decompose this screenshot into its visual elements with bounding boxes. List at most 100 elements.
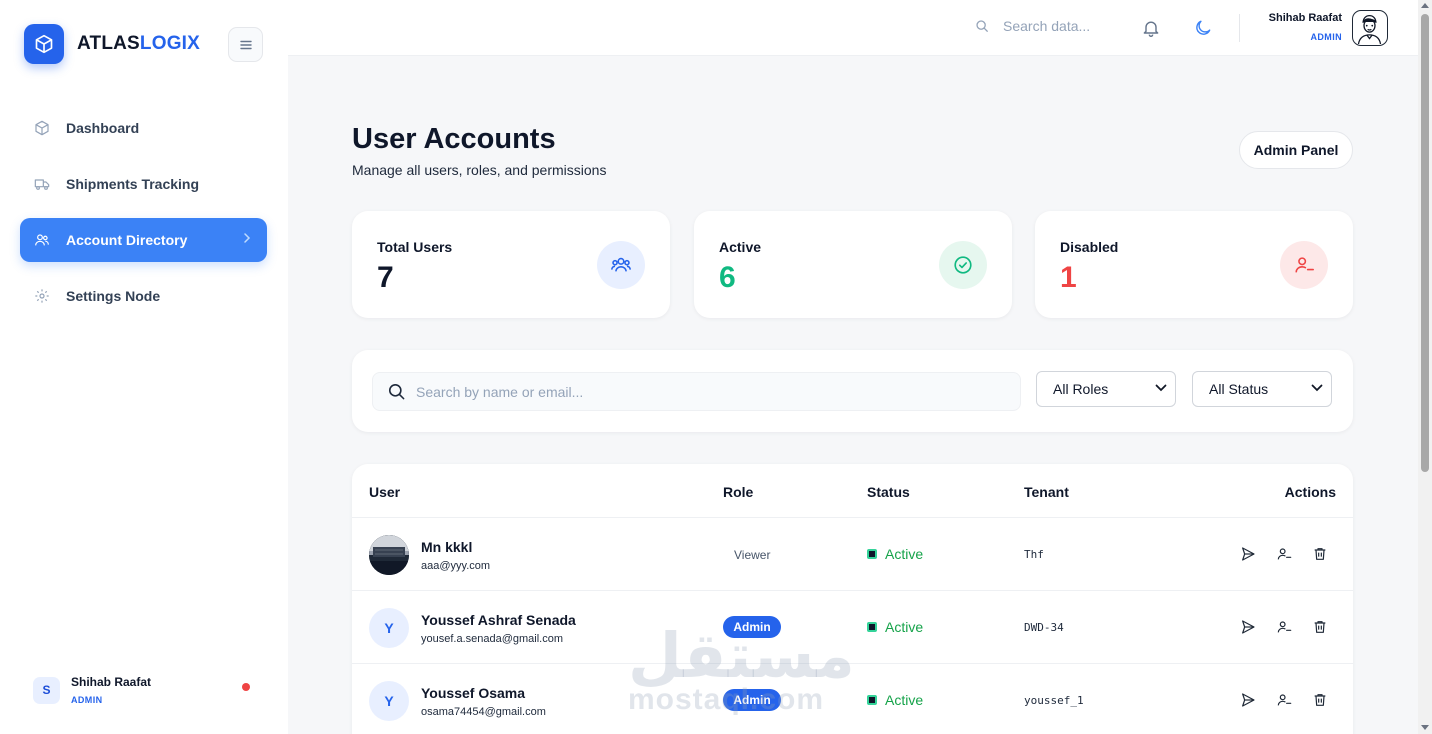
stat-card-disabled: Disabled 1 [1035, 211, 1353, 318]
sidebar-item-shipments[interactable]: Shipments Tracking [20, 162, 267, 206]
hamburger-icon [239, 40, 252, 49]
menu-toggle-button[interactable] [228, 27, 263, 62]
user-minus-icon[interactable] [1274, 690, 1294, 710]
status-dot [867, 549, 877, 559]
brand-name-part2: LOGIX [139, 33, 201, 54]
status-dot [867, 622, 877, 632]
table-row[interactable]: Mn kkkl aaa@yyy.com Viewer Active Thf [352, 518, 1353, 591]
send-icon[interactable] [1238, 544, 1258, 564]
user-search-input[interactable] [416, 383, 996, 400]
filter-card: All Roles All Status [352, 350, 1353, 432]
user-name: Mn kkkl [421, 539, 473, 555]
stat-value: 6 [719, 261, 736, 294]
brand[interactable]: ATLASLOGIX [24, 24, 200, 64]
sidebar-item-label: Account Directory [66, 232, 188, 248]
stat-value: 1 [1060, 261, 1077, 294]
sidebar-item-label: Settings Node [66, 288, 161, 304]
status-label: Active [885, 619, 924, 635]
trash-icon[interactable] [1310, 690, 1330, 710]
status-dot [867, 695, 877, 705]
sidebar: ATLASLOGIX Dashboard Shipments Tracking … [0, 0, 288, 734]
brand-name: ATLASLOGIX [77, 33, 200, 55]
stat-label: Disabled [1060, 239, 1119, 255]
chevron-down-icon [1155, 384, 1167, 392]
send-icon[interactable] [1238, 690, 1258, 710]
role-filter-select[interactable]: All Roles [1036, 371, 1176, 407]
truck-icon [34, 176, 50, 192]
table-row[interactable]: Y Youssef Osama osama74454@gmail.com Adm… [352, 664, 1353, 734]
sidebar-nav: Dashboard Shipments Tracking Account Dir… [20, 106, 267, 330]
sidebar-user-name: Shihab Raafat [71, 675, 152, 689]
user-minus-icon [1280, 241, 1328, 289]
moon-icon[interactable] [1193, 18, 1213, 43]
users-table: User Role Status Tenant Actions Mn kkkl … [352, 464, 1353, 734]
check-circle-icon [939, 241, 987, 289]
avatar: Y [369, 608, 409, 648]
trash-icon[interactable] [1310, 544, 1330, 564]
cube-icon [34, 120, 50, 136]
send-icon[interactable] [1238, 617, 1258, 637]
status-label: Active [885, 546, 924, 562]
topbar: Shihab Raafat ADMIN [288, 0, 1418, 56]
sidebar-item-account-directory[interactable]: Account Directory [20, 218, 267, 262]
page-title: User Accounts [352, 123, 556, 155]
user-search[interactable] [372, 372, 1021, 411]
status-dot [242, 683, 250, 691]
scrollbar-thumb[interactable] [1421, 14, 1429, 472]
stat-card-active: Active 6 [694, 211, 1012, 318]
stat-value: 7 [377, 261, 394, 294]
top-user-role: ADMIN [1310, 32, 1342, 42]
user-email: osama74454@gmail.com [421, 706, 546, 718]
user-name: Youssef Osama [421, 685, 526, 701]
scroll-down-arrow-icon[interactable] [1421, 725, 1429, 730]
status-badge: Active [867, 619, 923, 635]
page-scrollbar[interactable] [1418, 0, 1432, 734]
column-header-status[interactable]: Status [867, 484, 910, 500]
search-icon [388, 383, 405, 400]
column-header-actions: Actions [1284, 484, 1336, 500]
tenant-id: Thf [1024, 548, 1044, 561]
user-name: Youssef Ashraf Senada [421, 612, 576, 628]
chevron-right-icon [244, 233, 251, 243]
top-search[interactable] [975, 18, 1113, 34]
status-label: Active [885, 692, 924, 708]
sidebar-item-label: Dashboard [66, 120, 140, 136]
divider [1239, 14, 1240, 42]
chevron-down-icon [1311, 384, 1323, 392]
role-badge: Admin [723, 616, 781, 638]
column-header-tenant[interactable]: Tenant [1024, 484, 1069, 500]
role-badge: Admin [723, 689, 781, 711]
status-badge: Active [867, 546, 923, 562]
stat-card-total-users: Total Users 7 [352, 211, 670, 318]
role-filter-value: All Roles [1053, 381, 1109, 397]
scroll-up-arrow-icon[interactable] [1421, 3, 1429, 8]
admin-panel-button[interactable]: Admin Panel [1239, 131, 1353, 169]
tenant-id: youssef_1 [1024, 694, 1084, 707]
search-icon [976, 20, 988, 32]
sidebar-user-card[interactable]: S Shihab Raafat ADMIN [33, 670, 253, 710]
trash-icon[interactable] [1310, 617, 1330, 637]
avatar [369, 535, 409, 575]
sidebar-item-settings[interactable]: Settings Node [20, 274, 267, 318]
top-user-info[interactable]: Shihab Raafat ADMIN [1269, 12, 1342, 42]
status-filter-select[interactable]: All Status [1192, 371, 1332, 407]
sidebar-item-label: Shipments Tracking [66, 176, 200, 192]
top-search-input[interactable] [1003, 18, 1113, 34]
user-email: aaa@yyy.com [421, 560, 491, 572]
user-minus-icon[interactable] [1274, 544, 1294, 564]
stat-label: Total Users [377, 239, 453, 255]
tenant-id: DWD-34 [1024, 621, 1064, 634]
page-subtitle: Manage all users, roles, and permissions [352, 162, 607, 178]
column-header-role[interactable]: Role [723, 484, 753, 500]
notifications-bell-icon[interactable] [1141, 18, 1161, 43]
sidebar-item-dashboard[interactable]: Dashboard [20, 106, 267, 150]
table-row[interactable]: Y Youssef Ashraf Senada yousef.a.senada@… [352, 591, 1353, 664]
column-header-user[interactable]: User [369, 484, 400, 500]
avatar: S [33, 676, 60, 704]
brand-name-part1: ATLAS [77, 33, 140, 54]
status-filter-value: All Status [1209, 381, 1269, 397]
user-minus-icon[interactable] [1274, 617, 1294, 637]
stat-label: Active [719, 239, 762, 255]
top-user-name: Shihab Raafat [1268, 12, 1342, 24]
avatar[interactable] [1352, 10, 1388, 46]
